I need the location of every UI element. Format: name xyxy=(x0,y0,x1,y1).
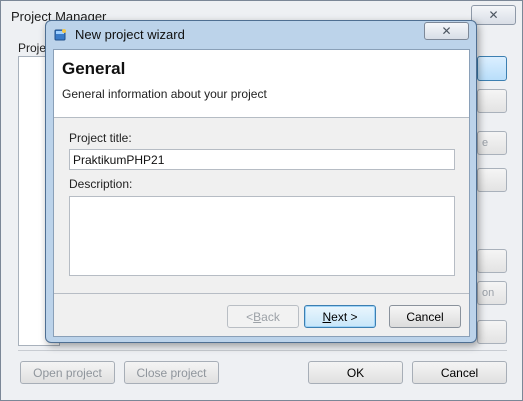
ok-button[interactable]: OK xyxy=(308,361,403,384)
page-title: General xyxy=(62,59,126,78)
close-button[interactable]: ✕ xyxy=(471,5,516,25)
open-project-button[interactable]: Open project xyxy=(20,361,115,384)
project-title-input[interactable] xyxy=(69,149,455,170)
close-icon: ✕ xyxy=(441,24,452,38)
wizard-cancel-button[interactable]: Cancel xyxy=(389,305,461,328)
button-separator xyxy=(54,293,469,294)
description-label: Description: xyxy=(69,177,133,191)
wizard-close-button[interactable]: ✕ xyxy=(424,22,469,40)
next-button[interactable]: Next > xyxy=(304,305,376,328)
side-button-5[interactable] xyxy=(477,249,507,273)
new-project-wizard-dialog: New project wizard ✕ General General inf… xyxy=(45,20,477,343)
close-icon: ✕ xyxy=(488,8,499,22)
wizard-content: General General information about your p… xyxy=(53,49,470,337)
project-title-label: Project title: xyxy=(69,131,132,145)
side-button-3[interactable]: e xyxy=(477,131,507,155)
wizard-window-icon xyxy=(54,29,66,41)
wizard-header: General General information about your p… xyxy=(54,50,469,118)
side-button-4[interactable] xyxy=(477,168,507,192)
side-button-1[interactable] xyxy=(477,56,507,81)
close-project-button[interactable]: Close project xyxy=(124,361,219,384)
side-button-6[interactable]: on xyxy=(477,281,507,305)
side-button-7[interactable] xyxy=(477,320,507,344)
description-textarea[interactable] xyxy=(69,196,455,276)
page-subtitle: General information about your project xyxy=(62,87,267,101)
wizard-title: New project wizard xyxy=(75,27,185,42)
separator xyxy=(18,350,507,351)
side-button-2[interactable] xyxy=(477,89,507,113)
pm-cancel-button[interactable]: Cancel xyxy=(412,361,507,384)
back-button[interactable]: < Back xyxy=(227,305,299,328)
wizard-titlebar[interactable]: New project wizard ✕ xyxy=(46,21,476,47)
